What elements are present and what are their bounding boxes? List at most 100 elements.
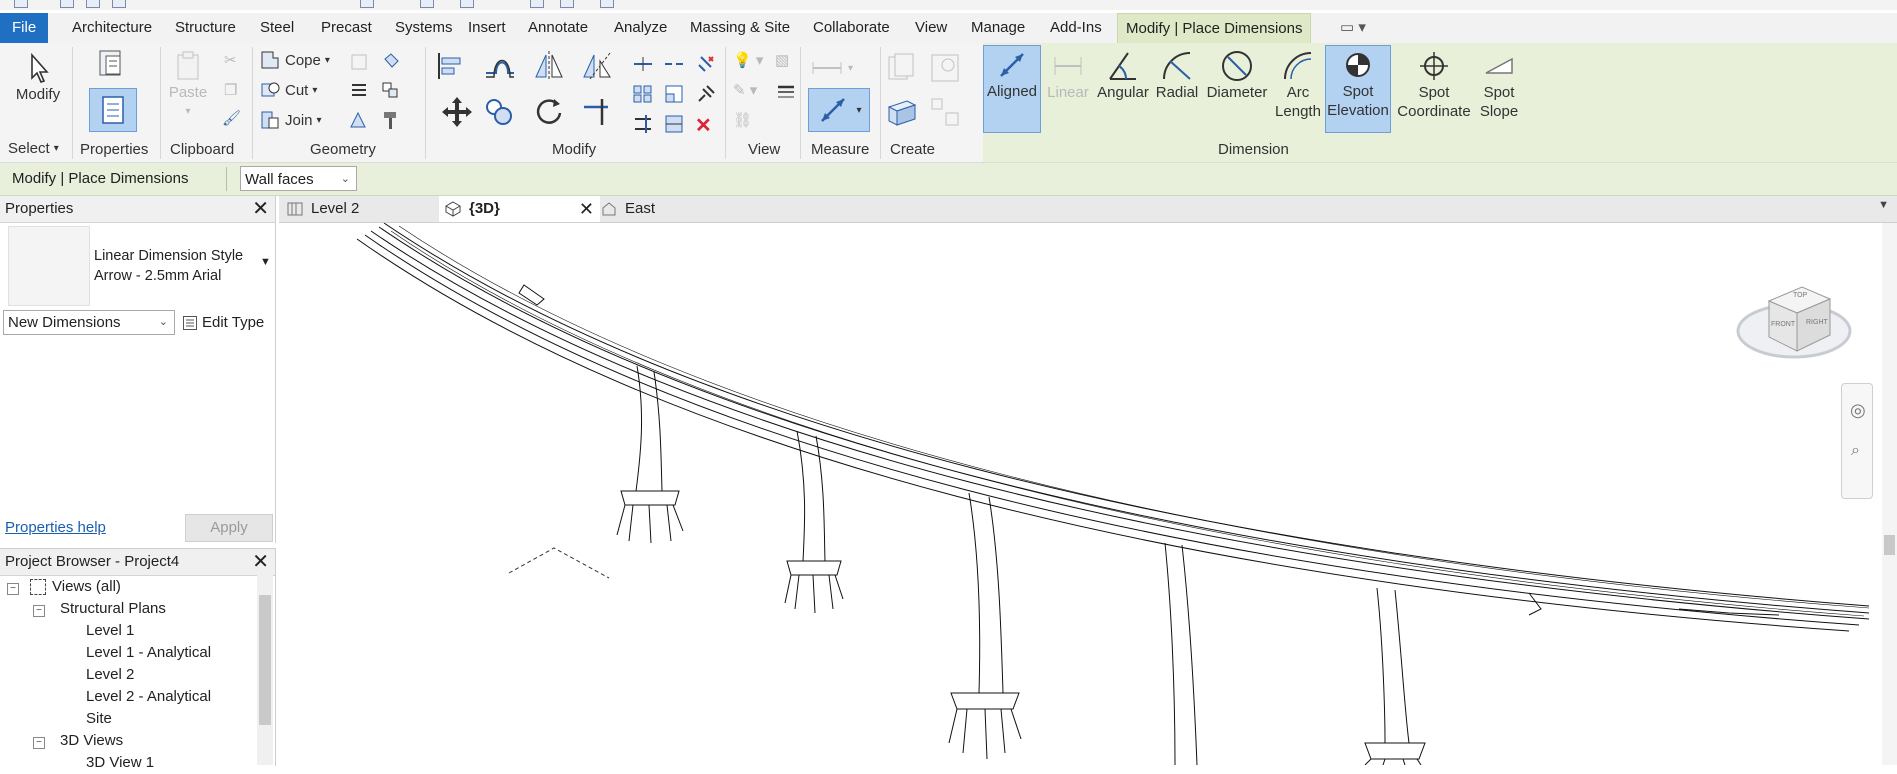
tab-manage[interactable]: Manage	[963, 13, 1033, 43]
pin-tool[interactable]	[695, 83, 717, 105]
select-dropdown[interactable]: Select ▾	[8, 140, 59, 157]
browser-scrollbar[interactable]	[257, 575, 273, 765]
collapse-toggle[interactable]: −	[7, 583, 19, 595]
create-assembly-button[interactable]	[928, 51, 962, 85]
move-tool[interactable]	[440, 95, 474, 129]
wall-joins-button[interactable]	[348, 51, 370, 73]
tab-annotate[interactable]: Annotate	[520, 13, 596, 43]
tab-modify-place-dimensions[interactable]: Modify | Place Dimensions	[1117, 13, 1312, 44]
viewcube[interactable]: TOP FRONT RIGHT	[1734, 273, 1854, 373]
angular-button[interactable]: Angular	[1093, 49, 1153, 102]
delete-tool[interactable]: ✕	[695, 113, 712, 138]
paste-button[interactable]: Paste ▾	[164, 49, 212, 121]
tab-steel[interactable]: Steel	[252, 13, 302, 43]
cut-geometry-button[interactable]: Cut ▾	[259, 79, 317, 101]
scrollbar-thumb[interactable]	[259, 595, 271, 725]
close-icon[interactable]: ✕	[579, 196, 594, 222]
tab-precast[interactable]: Precast	[313, 13, 380, 43]
view-tool-3[interactable]: ⛓	[733, 111, 752, 129]
ribbon-display-options-icon[interactable]: ▭ ▾	[1332, 13, 1374, 43]
arc-length-button[interactable]: Arc Length	[1270, 49, 1326, 121]
view-tab-3d[interactable]: {3D} ✕	[439, 196, 600, 222]
spot-coordinate-button[interactable]: Spot Coordinate	[1392, 49, 1476, 121]
close-icon[interactable]: ✕	[252, 549, 269, 575]
edit-type-button[interactable]: Edit Type	[182, 310, 264, 335]
mirror-pick-axis-tool[interactable]	[532, 49, 566, 83]
instance-filter-dropdown[interactable]: New Dimensions ⌄	[3, 310, 175, 335]
aligned-dimension-split-button[interactable]: ▾	[808, 88, 870, 132]
match-type-button[interactable]: 🖌	[222, 109, 241, 127]
create-similar-button[interactable]	[885, 51, 919, 85]
tab-systems[interactable]: Systems	[387, 13, 461, 43]
hide-element-button[interactable]: 💡 ▾	[733, 51, 763, 69]
collapse-toggle[interactable]: −	[33, 605, 45, 617]
tree-node-level-2-analytical[interactable]: Level 2 - Analytical	[86, 686, 211, 708]
demolish-button[interactable]	[380, 79, 402, 101]
view-tab-menu-icon[interactable]: ▼	[1878, 199, 1889, 211]
tab-insert[interactable]: Insert	[460, 13, 514, 43]
tab-collaborate[interactable]: Collaborate	[805, 13, 898, 43]
tab-add-ins[interactable]: Add-Ins	[1042, 13, 1110, 43]
navigation-bar[interactable]: ◎ ⌕	[1841, 383, 1873, 499]
offset-tool[interactable]	[482, 49, 516, 83]
tree-node-views-all[interactable]: Views (all)	[30, 576, 121, 598]
view-tab-level-2[interactable]: Level 2	[283, 196, 437, 222]
type-properties-button[interactable]	[90, 47, 132, 81]
pick-reference-dropdown[interactable]: Wall faces ⌄	[240, 166, 357, 191]
create-parts-button[interactable]	[885, 95, 919, 129]
linework-button[interactable]: ✎ ▾	[733, 81, 757, 99]
cope-button[interactable]: Cope ▾	[259, 49, 330, 71]
tab-architecture[interactable]: Architecture	[64, 13, 160, 43]
split-face-button[interactable]	[348, 79, 370, 101]
trim-multiple-tool[interactable]	[663, 113, 685, 135]
measure-between-references[interactable]: ▾	[810, 51, 853, 85]
remove-paint-button[interactable]	[348, 109, 370, 131]
drawing-canvas[interactable]: TOP FRONT RIGHT ◎ ⌕	[279, 223, 1897, 765]
tree-node-site[interactable]: Site	[86, 708, 112, 730]
rotate-tool[interactable]	[532, 95, 566, 129]
chevron-down-icon[interactable]: ▼	[260, 256, 271, 268]
tab-massing-site[interactable]: Massing & Site	[682, 13, 798, 43]
split-gap-tool[interactable]	[663, 53, 685, 75]
tree-node-3d-views[interactable]: 3D Views	[60, 730, 123, 752]
aligned-button[interactable]: Aligned	[983, 45, 1041, 133]
properties-palette-toggle[interactable]	[89, 88, 137, 132]
radial-button[interactable]: Radial	[1152, 49, 1202, 102]
type-selector[interactable]: Linear Dimension Style Arrow - 2.5mm Ari…	[94, 246, 243, 286]
unpin-tool[interactable]	[695, 53, 717, 75]
diameter-button[interactable]: Diameter	[1202, 49, 1272, 102]
tree-node-structural-plans[interactable]: Structural Plans	[60, 598, 166, 620]
apply-button[interactable]: Apply	[185, 514, 273, 542]
linear-button[interactable]: Linear	[1043, 49, 1093, 102]
collapse-toggle[interactable]: −	[33, 737, 45, 749]
cut-to-clipboard-button[interactable]: ✂	[224, 51, 237, 69]
hammer-button[interactable]	[380, 109, 402, 131]
tab-structure[interactable]: Structure	[167, 13, 244, 43]
join-button[interactable]: Join ▾	[259, 109, 322, 131]
tree-node-level-1[interactable]: Level 1	[86, 620, 134, 642]
create-group-button[interactable]	[928, 95, 962, 129]
canvas-vertical-scrollbar[interactable]	[1882, 223, 1897, 765]
trim-tool[interactable]	[632, 113, 654, 135]
spot-slope-button[interactable]: Spot Slope	[1476, 49, 1522, 121]
mirror-draw-axis-tool[interactable]	[580, 49, 614, 83]
override-graphics-button[interactable]: ▧	[775, 51, 789, 69]
spot-elevation-button[interactable]: Spot Elevation	[1325, 45, 1391, 133]
tree-node-level-2[interactable]: Level 2	[86, 664, 134, 686]
zoom-icon[interactable]: ⌕	[1851, 442, 1860, 460]
move-small-tool[interactable]	[632, 53, 654, 75]
scale-tool[interactable]	[663, 83, 685, 105]
align-tool[interactable]	[433, 49, 467, 83]
copy-to-clipboard-button[interactable]: ❐	[224, 81, 237, 99]
modify-button[interactable]: Modify	[10, 51, 66, 104]
array-tool[interactable]	[632, 83, 654, 105]
tab-file[interactable]: File	[0, 13, 49, 43]
steering-wheel-icon[interactable]: ◎	[1850, 400, 1866, 421]
paint-button[interactable]	[380, 51, 402, 73]
thin-lines-button[interactable]	[775, 81, 797, 103]
tree-node-level-1-analytical[interactable]: Level 1 - Analytical	[86, 642, 211, 664]
tab-view[interactable]: View	[907, 13, 955, 43]
scrollbar-thumb[interactable]	[1884, 535, 1895, 555]
trim-extend-tool[interactable]	[580, 95, 614, 129]
tree-node-3d-view-1[interactable]: 3D View 1	[86, 752, 154, 774]
